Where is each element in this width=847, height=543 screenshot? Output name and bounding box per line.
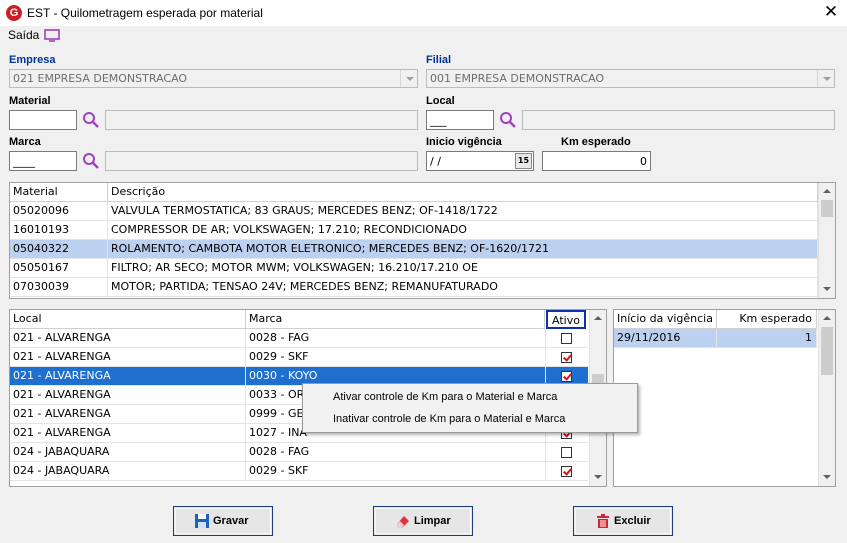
empresa-select[interactable]: 021 EMPRESA DEMONSTRACAO [9,69,418,88]
material-description-field [105,110,418,130]
km-esperado-input[interactable]: 0 [542,151,651,171]
marca-label: Marca [9,136,41,148]
limpar-button[interactable]: Limpar [373,506,473,536]
column-header-marca[interactable]: Marca [246,310,545,329]
chevron-down-icon[interactable] [817,70,834,87]
ativo-checkbox[interactable] [561,371,572,382]
ativo-checkbox[interactable] [561,333,572,344]
filial-value: 001 EMPRESA DEMONSTRACAO [430,72,605,85]
local-code-input[interactable]: ___ [426,110,494,130]
table-row[interactable]: 16010193 COMPRESSOR DE AR; VOLKSWAGEN; 1… [10,221,818,240]
scroll-up-icon[interactable] [590,310,606,327]
table-row[interactable]: 024 - JABAQUARA 0029 - SKF [10,462,588,481]
vigencia-grid-scrollbar[interactable] [818,310,835,486]
column-header-ativo[interactable]: Ativo [546,310,586,329]
search-icon[interactable] [82,152,100,170]
close-icon[interactable]: ✕ [822,3,840,21]
monitor-icon[interactable] [44,29,60,42]
gravar-button[interactable]: Gravar [173,506,273,536]
column-header-inicio-vigencia[interactable]: Início da vigência [614,310,717,329]
calendar-icon[interactable]: 15 [515,153,532,169]
context-menu-item-inativar[interactable]: Inativar controle de Km para o Material … [333,413,565,425]
material-label: Material [9,95,51,107]
save-icon [195,514,209,528]
scroll-down-icon[interactable] [819,281,835,298]
local-description-field [522,110,835,130]
eraser-icon [397,516,409,528]
inicio-vigencia-label: Inicio vigência [426,136,502,148]
local-label: Local [426,95,455,107]
app-logo-icon: G [6,5,22,21]
km-esperado-label: Km esperado [561,136,631,148]
table-row[interactable]: 05050167 FILTRO; AR SECO; MOTOR MWM; VOL… [10,259,818,278]
scroll-up-icon[interactable] [819,183,835,200]
scroll-up-icon[interactable] [819,310,835,327]
title-bar: G EST - Quilometragem esperada por mater… [0,0,847,26]
scroll-down-icon[interactable] [590,469,606,486]
marca-code-input[interactable]: ____ [9,151,77,171]
material-code-input[interactable] [9,110,77,130]
search-icon[interactable] [499,111,517,129]
search-icon[interactable] [82,111,100,129]
filial-select[interactable]: 001 EMPRESA DEMONSTRACAO [426,69,835,88]
marca-description-field [105,151,418,171]
chevron-down-icon[interactable] [400,70,417,87]
table-row[interactable]: 05020096 VALVULA TERMOSTATICA; 83 GRAUS;… [10,202,818,221]
excluir-label: Excluir [614,515,651,527]
vigencia-grid[interactable]: Início da vigência Km esperado 29/11/201… [613,309,836,487]
column-header-material[interactable]: Material [10,183,108,202]
table-row-selected[interactable]: 29/11/2016 1 [614,329,817,348]
window-title: EST - Quilometragem esperada por materia… [27,6,263,20]
context-menu-item-ativar[interactable]: Ativar controle de Km para o Material e … [333,391,557,403]
menu-saida[interactable]: Saída [8,28,39,42]
table-row[interactable]: 07030039 MOTOR; PARTIDA; TENSAO 24V; MER… [10,278,818,297]
scroll-thumb[interactable] [821,327,833,375]
ativo-checkbox[interactable] [561,352,572,363]
table-row[interactable]: 024 - JABAQUARA 0028 - FAG [10,443,588,462]
table-row-selected[interactable]: 05040322 ROLAMENTO; CAMBOTA MOTOR ELETRO… [10,240,818,259]
materials-scrollbar[interactable] [818,183,835,298]
excluir-button[interactable]: Excluir [573,506,673,536]
filial-label: Filial [426,54,452,66]
ativo-checkbox[interactable] [561,447,572,458]
context-menu: Ativar controle de Km para o Material e … [302,383,638,433]
table-row[interactable]: 021 - ALVARENGA 0029 - SKF [10,348,588,367]
column-header-local[interactable]: Local [10,310,246,329]
empresa-label: Empresa [9,54,56,66]
column-header-descricao[interactable]: Descrição [108,183,818,202]
scroll-thumb[interactable] [821,200,833,217]
gravar-label: Gravar [213,515,249,527]
trash-icon [597,514,609,528]
inicio-vigencia-input[interactable]: / / 15 [426,151,534,171]
scroll-down-icon[interactable] [819,469,835,486]
empresa-value: 021 EMPRESA DEMONSTRACAO [13,72,188,85]
table-row[interactable]: 021 - ALVARENGA 0028 - FAG [10,329,588,348]
column-header-km-esperado[interactable]: Km esperado [717,310,817,329]
materials-grid[interactable]: Material Descrição 05020096 VALVULA TERM… [9,182,836,299]
limpar-label: Limpar [414,515,451,527]
ativo-checkbox[interactable] [561,466,572,477]
